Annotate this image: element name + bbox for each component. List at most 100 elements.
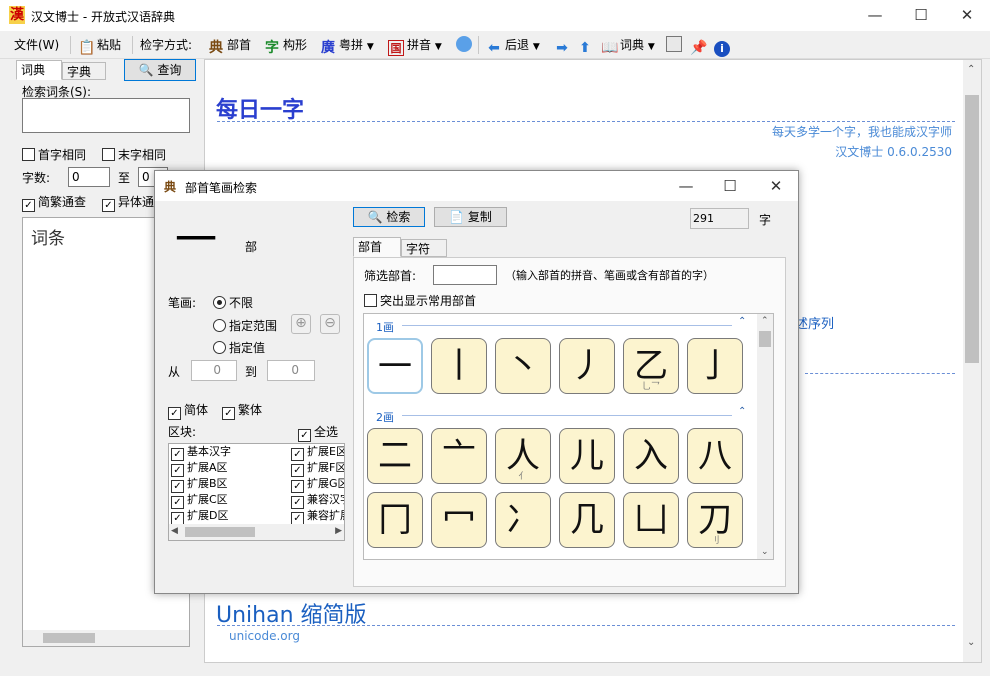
radio-range[interactable]: 指定范围: [213, 317, 277, 334]
maximize-button[interactable]: ☐: [898, 0, 944, 30]
chevron-up-icon[interactable]: ⌃: [761, 316, 769, 326]
paste-button[interactable]: 📋 粘贴: [78, 35, 121, 56]
radical-card[interactable]: 丿: [559, 338, 615, 394]
radical-card[interactable]: 二: [367, 428, 423, 484]
globe-button[interactable]: [456, 35, 475, 55]
minimize-button[interactable]: —: [852, 0, 898, 30]
block-item[interactable]: ✓ 扩展G区: [291, 477, 344, 493]
radical-card[interactable]: 入: [623, 428, 679, 484]
radical-card[interactable]: 冫: [495, 492, 551, 548]
daily-title: 每日一字: [216, 98, 305, 123]
forward-button[interactable]: ➡: [554, 35, 573, 56]
radical-card[interactable]: 丶: [495, 338, 551, 394]
from-label: 从: [168, 365, 181, 379]
pinyin-label: 拼音: [407, 38, 432, 52]
horizontal-scrollbar[interactable]: ◀ ▶: [169, 524, 344, 540]
block-item[interactable]: ✓兼容扩展: [291, 509, 344, 525]
scroll-thumb[interactable]: [43, 633, 95, 643]
copy-button[interactable]: 📄 复制: [434, 207, 507, 227]
block-item[interactable]: ✓ 扩展A区: [171, 461, 231, 477]
tab-zifu[interactable]: 字符: [401, 239, 447, 257]
radical-card[interactable]: 一: [367, 338, 423, 394]
scroll-thumb[interactable]: [759, 331, 771, 347]
dialog-close-button[interactable]: ✕: [753, 171, 799, 201]
back-button[interactable]: ⬅ 后退 ▼: [486, 35, 540, 56]
chevron-down-icon[interactable]: ⌄: [761, 547, 769, 557]
goxing-button[interactable]: 字构形: [264, 35, 307, 56]
char-from-input[interactable]: 0: [68, 167, 110, 187]
chevron-up-icon[interactable]: ⌃: [738, 316, 746, 327]
radical-card[interactable]: 凵: [623, 492, 679, 548]
simplified-checkbox[interactable]: ✓ 简体: [168, 401, 208, 420]
dialog-minimize-button[interactable]: —: [663, 171, 709, 201]
chevron-up-icon[interactable]: ⌃: [738, 406, 746, 417]
block-item[interactable]: ✓ 基本汉字: [171, 445, 231, 461]
filter-input[interactable]: [433, 265, 497, 285]
search-input[interactable]: [22, 98, 190, 133]
radical-card[interactable]: 几: [559, 492, 615, 548]
block-item[interactable]: ✓ 扩展C区: [171, 493, 231, 509]
first-same-checkbox[interactable]: 首字相同: [22, 146, 86, 163]
radical-preview: 一: [175, 215, 218, 264]
radical-card[interactable]: 八: [687, 428, 743, 484]
traditional-checkbox[interactable]: ✓ 繁体: [222, 401, 262, 420]
query-button[interactable]: 🔍 查询: [124, 59, 196, 81]
scroll-thumb[interactable]: [965, 95, 979, 363]
bushou-button[interactable]: 典部首: [208, 35, 251, 56]
simp-trad-checkbox[interactable]: ✓ 简繁通查: [22, 193, 86, 212]
tab-cidian[interactable]: 词典: [16, 60, 62, 80]
tab-bushou[interactable]: 部首: [353, 237, 401, 257]
to-input[interactable]: 0: [267, 360, 315, 381]
minus-icon[interactable]: ⊖: [320, 314, 340, 334]
radical-card[interactable]: 冖: [431, 492, 487, 548]
cidian-button[interactable]: 📖 词典 ▼: [601, 35, 655, 56]
unihan-link[interactable]: unicode.org: [229, 629, 300, 643]
radical-card[interactable]: 亅: [687, 338, 743, 394]
scroll-thumb[interactable]: [185, 527, 255, 537]
plus-icon[interactable]: ⊕: [291, 314, 311, 334]
pin-button[interactable]: 📌: [690, 35, 709, 56]
info-button[interactable]: i: [714, 35, 733, 57]
chevron-right-icon[interactable]: ▶: [335, 526, 342, 536]
chevron-left-icon[interactable]: ◀: [171, 526, 178, 536]
pinyin-button[interactable]: 国拼音 ▼: [388, 35, 442, 56]
radical-card[interactable]: 亠: [431, 428, 487, 484]
variant-checkbox[interactable]: ✓ 异体通: [102, 193, 154, 212]
block-item[interactable]: ✓ 扩展D区: [171, 509, 231, 525]
dialog-maximize-button[interactable]: ☐: [707, 171, 753, 201]
chevron-up-icon[interactable]: ⌃: [967, 64, 975, 75]
block-item[interactable]: ✓兼容汉字: [291, 493, 344, 509]
last-same-checkbox[interactable]: 末字相同: [102, 146, 166, 163]
search-button[interactable]: 🔍 检索: [353, 207, 425, 227]
block-item[interactable]: ✓ 扩展E区: [291, 445, 344, 461]
horizontal-scrollbar[interactable]: [23, 630, 189, 646]
radical-card[interactable]: 乙乚乛: [623, 338, 679, 394]
zi-icon: 字: [265, 40, 279, 56]
radio-value[interactable]: 指定值: [213, 339, 265, 356]
select-all-checkbox[interactable]: ✓ 全选: [298, 423, 338, 442]
radical-grid[interactable]: 1画 ⌃ 一 丨 丶 丿 乙乚乛 亅 2画 ⌃ 二 亠 人亻 儿 入 八 冂 冖…: [363, 313, 774, 560]
block-item[interactable]: ✓ 扩展B区: [171, 477, 231, 493]
radical-card[interactable]: 丨: [431, 338, 487, 394]
highlight-checkbox[interactable]: 突出显示常用部首: [364, 292, 476, 309]
vertical-scrollbar[interactable]: ⌃ ⌄: [963, 60, 981, 662]
check-icon: ✓: [171, 496, 184, 509]
block-item[interactable]: ✓ 扩展F区: [291, 461, 344, 477]
grid-scrollbar[interactable]: ⌃ ⌄: [757, 314, 773, 559]
block-list[interactable]: ✓ 基本汉字 ✓ 扩展A区 ✓ 扩展B区 ✓ 扩展C区 ✓ 扩展D区 ✓ 扩展E区 ✓ 扩展F…: [168, 443, 345, 541]
chevron-down-icon[interactable]: ⌄: [967, 637, 975, 648]
from-input[interactable]: 0: [191, 360, 237, 381]
file-menu[interactable]: 文件(W): [14, 35, 59, 55]
magnifier-icon: 🔍: [367, 210, 383, 224]
top-button[interactable]: ⬆: [577, 35, 596, 56]
partial-link[interactable]: 述序列: [795, 313, 834, 332]
close-button[interactable]: ✕: [944, 0, 990, 30]
radical-card[interactable]: 人亻: [495, 428, 551, 484]
window-layout-button[interactable]: [666, 35, 685, 55]
yuepin-button[interactable]: 廣粤拼 ▼: [320, 35, 374, 56]
radical-card[interactable]: 刀刂: [687, 492, 743, 548]
radio-unlimited[interactable]: 不限: [213, 294, 253, 311]
tab-zidian[interactable]: 字典: [62, 62, 106, 80]
radical-card[interactable]: 冂: [367, 492, 423, 548]
radical-card[interactable]: 儿: [559, 428, 615, 484]
